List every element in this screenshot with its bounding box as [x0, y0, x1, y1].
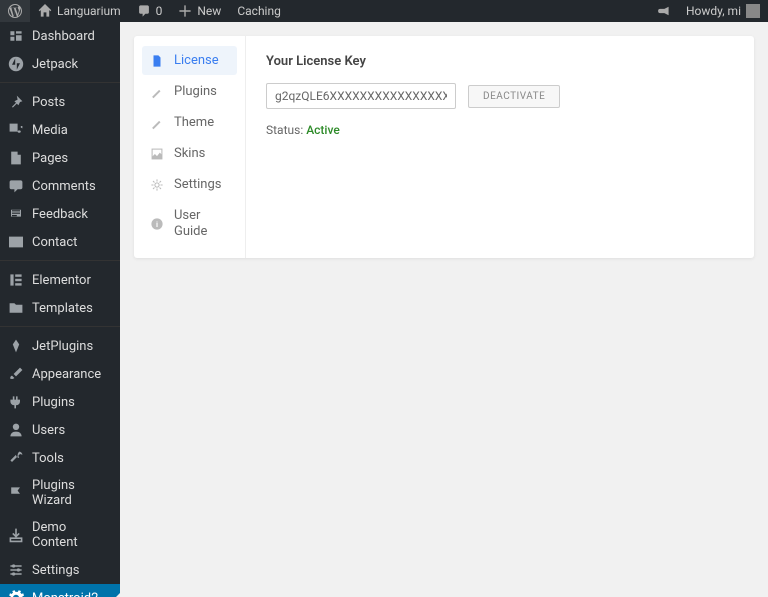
folder-icon [8, 300, 24, 316]
sidebar-item-plugins[interactable]: Plugins [0, 388, 120, 416]
feedback-icon [8, 206, 24, 222]
wand-icon [150, 116, 164, 130]
wand-icon [150, 85, 164, 99]
jet-icon [8, 338, 24, 354]
sidebar-item-jetplugins[interactable]: JetPlugins [0, 332, 120, 360]
elementor-icon [8, 272, 24, 288]
sidebar-item-users[interactable]: Users [0, 416, 120, 444]
image-icon [150, 147, 164, 161]
comment-icon [8, 178, 24, 194]
tab-settings[interactable]: Settings [142, 170, 237, 199]
new-label: New [197, 4, 221, 18]
media-icon [8, 122, 24, 138]
license-row: DEACTIVATE [266, 83, 734, 109]
license-key-input[interactable] [266, 83, 456, 109]
new-content-menu[interactable]: New [170, 0, 229, 22]
license-status: Status: Active [266, 123, 734, 137]
sidebar-item-plugins-wizard[interactable]: Plugins Wizard [0, 472, 120, 514]
sidebar-item-dashboard[interactable]: Dashboard [0, 22, 120, 50]
comments-menu[interactable]: 0 [129, 0, 171, 22]
greeting-label: Howdy, mi [686, 4, 741, 18]
admin-toolbar: Languarium 0 New Caching Howdy, mi [0, 0, 768, 22]
comment-icon [137, 4, 151, 18]
sidebar-item-appearance[interactable]: Appearance [0, 360, 120, 388]
page-icon [8, 150, 24, 166]
license-heading: Your License Key [266, 54, 734, 69]
sidebar-item-tools[interactable]: Tools [0, 444, 120, 472]
sidebar-item-demo-content[interactable]: Demo Content [0, 514, 120, 556]
info-icon: i [150, 217, 164, 231]
status-value: Active [306, 123, 340, 137]
gear-icon [150, 178, 164, 192]
sidebar-item-feedback[interactable]: Feedback [0, 200, 120, 228]
notifications-menu[interactable] [648, 0, 678, 22]
dashboard-icon [8, 28, 24, 44]
caching-menu[interactable]: Caching [229, 0, 289, 22]
plug-icon [8, 394, 24, 410]
sidebar-item-elementor[interactable]: Elementor [0, 266, 120, 294]
home-icon [38, 4, 52, 18]
tab-plugins[interactable]: Plugins [142, 77, 237, 106]
main-content: License Plugins Theme Skins Settings iUs… [120, 22, 768, 597]
download-icon [8, 527, 24, 543]
sidebar-item-settings[interactable]: Settings [0, 556, 120, 584]
sidebar-item-media[interactable]: Media [0, 116, 120, 144]
tab-license[interactable]: License [142, 46, 237, 75]
settings-panel: License Plugins Theme Skins Settings iUs… [134, 36, 754, 258]
comments-count: 0 [156, 4, 163, 18]
panel-body: Your License Key DEACTIVATE Status: Acti… [246, 36, 754, 258]
sidebar-item-posts[interactable]: Posts [0, 88, 120, 116]
pin-icon [8, 94, 24, 110]
mail-icon [8, 234, 24, 250]
site-name-menu[interactable]: Languarium [30, 0, 129, 22]
megaphone-icon [656, 4, 670, 18]
sidebar-item-pages[interactable]: Pages [0, 144, 120, 172]
admin-sidebar: Dashboard Jetpack Posts Media Pages Comm… [0, 22, 120, 597]
plus-icon [178, 4, 192, 18]
wrench-icon [8, 450, 24, 466]
brush-icon [8, 366, 24, 382]
tab-skins[interactable]: Skins [142, 139, 237, 168]
sidebar-item-contact[interactable]: Contact [0, 228, 120, 256]
svg-text:i: i [156, 219, 158, 228]
gear-icon [8, 590, 24, 597]
flag-icon [8, 485, 24, 501]
sidebar-item-comments[interactable]: Comments [0, 172, 120, 200]
wordpress-icon [8, 4, 22, 18]
site-name-label: Languarium [57, 4, 121, 18]
tab-theme[interactable]: Theme [142, 108, 237, 137]
my-account-menu[interactable]: Howdy, mi [678, 0, 768, 22]
sidebar-item-jetpack[interactable]: Jetpack [0, 50, 120, 78]
sliders-icon [8, 562, 24, 578]
user-icon [8, 422, 24, 438]
tab-user-guide[interactable]: iUser Guide [142, 201, 237, 246]
panel-tabs: License Plugins Theme Skins Settings iUs… [134, 36, 246, 258]
sidebar-item-templates[interactable]: Templates [0, 294, 120, 322]
document-icon [150, 54, 164, 68]
sidebar-item-monstroid2[interactable]: Monstroid2 [0, 584, 120, 597]
wp-logo-menu[interactable] [0, 0, 30, 22]
avatar [746, 4, 760, 18]
jetpack-icon [8, 56, 24, 72]
deactivate-button[interactable]: DEACTIVATE [468, 85, 560, 108]
